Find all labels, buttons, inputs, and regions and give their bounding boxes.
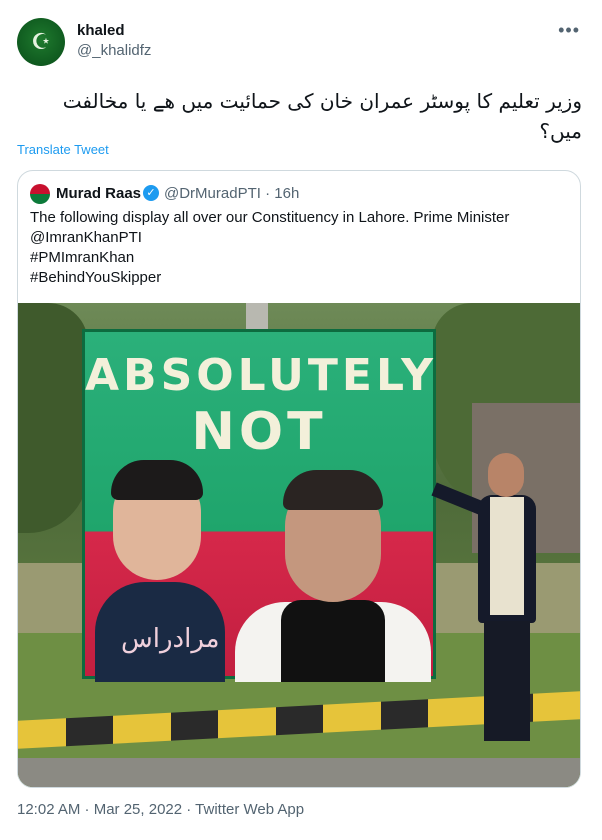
translate-tweet-link[interactable]: Translate Tweet — [17, 142, 109, 157]
hashtag-link[interactable]: #PMImranKhan — [30, 248, 570, 268]
portrait-right-hair — [283, 470, 383, 510]
man-legs — [484, 621, 530, 741]
hashtag-link[interactable]: #BehindYouSkipper — [30, 268, 570, 288]
tweet-text: وزیر تعلیم کا پوسٹر عمران خان کی حمائیت … — [62, 89, 582, 143]
mention-link[interactable]: @ImranKhanPTI — [30, 228, 570, 248]
verified-badge-icon: ✓ — [143, 185, 159, 201]
billboard-urdu-name: مرادراس — [121, 624, 220, 654]
tweet-timestamp[interactable]: 12:02 AM · Mar 25, 2022 · Twitter Web Ap… — [17, 801, 304, 818]
man-head — [488, 453, 524, 497]
portrait-left-hair — [111, 460, 203, 500]
quoted-avatar[interactable] — [30, 184, 50, 204]
crescent-star-icon: ☪ — [31, 29, 51, 54]
tree — [18, 303, 88, 533]
quoted-author-handle[interactable]: @DrMuradPTI — [164, 185, 261, 202]
meta-separator: · — [265, 185, 271, 202]
tweet-photo[interactable]: ABSOLUTELY NOT مرادراس — [18, 303, 580, 787]
quoted-time[interactable]: 16h — [274, 185, 299, 202]
more-options-icon[interactable]: ••• — [558, 20, 580, 41]
author-avatar[interactable]: ☪ — [17, 18, 65, 66]
quoted-tweet[interactable]: Murad Raas ✓ @DrMuradPTI · 16h The follo… — [17, 170, 581, 788]
portrait-right-vest — [281, 600, 385, 682]
author-handle[interactable]: @_khalidfz — [77, 42, 151, 59]
quoted-author-name[interactable]: Murad Raas — [56, 185, 141, 202]
man-vest — [490, 497, 524, 615]
billboard-headline: ABSOLUTELY — [85, 350, 437, 401]
standing-man — [431, 453, 536, 753]
quoted-meta: @DrMuradPTI · 16h — [164, 185, 299, 202]
billboard: ABSOLUTELY NOT مرادراس — [82, 329, 437, 682]
billboard-subheadline: NOT — [191, 402, 327, 462]
quoted-text-line: The following display all over our Const… — [30, 209, 510, 226]
author-name[interactable]: khaled — [77, 22, 125, 39]
road — [18, 758, 580, 787]
quoted-text: The following display all over our Const… — [30, 208, 570, 288]
